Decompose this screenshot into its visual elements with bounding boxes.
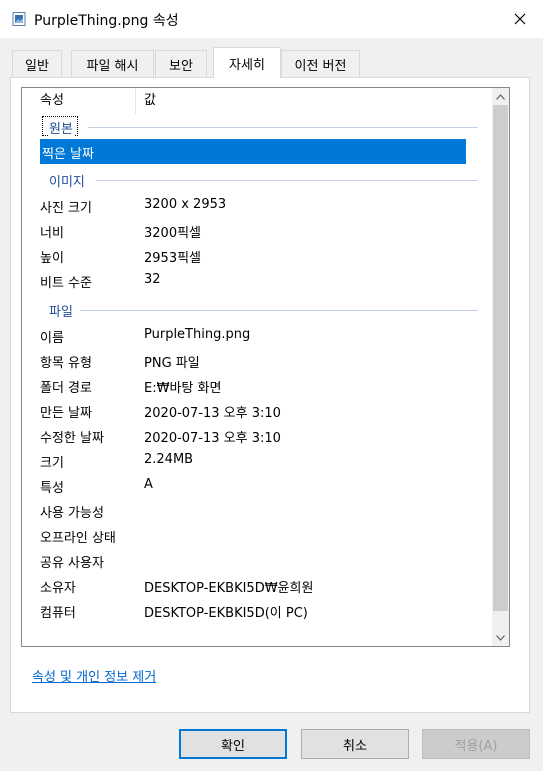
row-label: 높이 bbox=[40, 251, 64, 266]
group-label: 파일 bbox=[48, 301, 74, 320]
vertical-scrollbar[interactable] bbox=[492, 88, 509, 646]
cancel-button[interactable]: 취소 bbox=[301, 729, 409, 759]
ok-button[interactable]: 확인 bbox=[179, 729, 287, 759]
list-item[interactable]: 수정한 날짜 2020-07-13 오후 3:10 bbox=[22, 423, 488, 448]
row-value: 2020-07-13 오후 3:10 bbox=[144, 431, 281, 446]
row-label: 폴더 경로 bbox=[40, 381, 92, 396]
chevron-down-icon bbox=[496, 634, 505, 641]
row-label: 비트 수준 bbox=[40, 276, 92, 291]
tab-security[interactable]: 보안 bbox=[155, 50, 207, 77]
tab-file-hash[interactable]: 파일 해시 bbox=[71, 50, 154, 77]
list-item[interactable]: 사용 가능성 bbox=[22, 498, 488, 523]
row-label: 만든 날짜 bbox=[40, 406, 92, 421]
row-label: 오프라인 상태 bbox=[40, 531, 116, 546]
list-item[interactable]: 오프라인 상태 bbox=[22, 523, 488, 548]
list-item[interactable]: 폴더 경로 E:₩바탕 화면 bbox=[22, 373, 488, 398]
property-list[interactable]: 속성 값 원본 찍은 날짜 이미지 사진 크기 3200 x 2953 너비 3… bbox=[21, 87, 510, 647]
row-label: 이름 bbox=[40, 331, 64, 346]
row-value: PurpleThing.png bbox=[144, 327, 251, 342]
list-header: 속성 값 bbox=[22, 88, 488, 114]
row-value: PNG 파일 bbox=[144, 356, 200, 371]
row-value: 2953픽셀 bbox=[144, 251, 202, 266]
tab-general[interactable]: 일반 bbox=[12, 50, 62, 77]
list-item[interactable]: 비트 수준 32 bbox=[22, 268, 488, 293]
list-item[interactable]: 크기 2.24MB bbox=[22, 448, 488, 473]
row-value: E:₩바탕 화면 bbox=[144, 381, 222, 396]
row-value: 32 bbox=[144, 272, 161, 287]
list-item[interactable]: 소유자 DESKTOP-EKBKI5D₩윤희원 bbox=[22, 573, 488, 598]
tab-previous-versions[interactable]: 이전 버전 bbox=[281, 50, 360, 77]
row-value: DESKTOP-EKBKI5D₩윤희원 bbox=[144, 581, 314, 596]
row-value: 2020-07-13 오후 3:10 bbox=[144, 406, 281, 421]
list-item-date-taken[interactable]: 찍은 날짜 bbox=[40, 139, 466, 164]
row-label: 공유 사용자 bbox=[40, 556, 104, 571]
header-property[interactable]: 속성 bbox=[22, 88, 136, 114]
row-label: 수정한 날짜 bbox=[40, 431, 104, 446]
row-value: 3200픽셀 bbox=[144, 226, 202, 241]
group-file[interactable]: 파일 bbox=[22, 297, 488, 322]
window-title: PurpleThing.png 속성 bbox=[34, 13, 179, 29]
list-item[interactable]: 컴퓨터 DESKTOP-EKBKI5D(이 PC) bbox=[22, 598, 488, 623]
scroll-down-button[interactable] bbox=[492, 629, 509, 646]
tab-details[interactable]: 자세히 bbox=[213, 47, 281, 78]
group-label: 이미지 bbox=[48, 171, 86, 190]
row-label: 항목 유형 bbox=[40, 356, 92, 371]
list-item[interactable]: 높이 2953픽셀 bbox=[22, 243, 488, 268]
remove-properties-link[interactable]: 속성 및 개인 정보 제거 bbox=[32, 666, 156, 685]
row-label: 찍은 날짜 bbox=[42, 147, 94, 162]
row-value: DESKTOP-EKBKI5D(이 PC) bbox=[144, 606, 308, 621]
header-value[interactable]: 값 bbox=[144, 88, 156, 114]
row-label: 특성 bbox=[40, 481, 64, 496]
group-origin[interactable]: 원본 bbox=[22, 114, 488, 139]
close-button[interactable] bbox=[497, 0, 543, 38]
chevron-up-icon bbox=[496, 93, 505, 100]
list-item[interactable]: 이름 PurpleThing.png bbox=[22, 323, 488, 348]
row-label: 너비 bbox=[40, 226, 64, 241]
row-value: 3200 x 2953 bbox=[144, 197, 227, 212]
apply-button[interactable]: 적용(A) bbox=[422, 729, 530, 759]
row-label: 크기 bbox=[40, 456, 64, 471]
image-file-icon bbox=[12, 12, 26, 26]
list-item[interactable]: 만든 날짜 2020-07-13 오후 3:10 bbox=[22, 398, 488, 423]
row-label: 소유자 bbox=[40, 581, 76, 596]
row-label: 사용 가능성 bbox=[40, 506, 104, 521]
row-label: 컴퓨터 bbox=[40, 606, 76, 621]
list-item[interactable]: 공유 사용자 bbox=[22, 548, 488, 573]
scroll-thumb[interactable] bbox=[493, 105, 508, 611]
row-value: A bbox=[144, 477, 153, 492]
scroll-up-button[interactable] bbox=[492, 88, 509, 105]
list-item[interactable]: 특성 A bbox=[22, 473, 488, 498]
close-icon bbox=[514, 13, 526, 25]
group-label: 원본 bbox=[48, 118, 74, 137]
list-item[interactable]: 항목 유형 PNG 파일 bbox=[22, 348, 488, 373]
title-bar: PurpleThing.png 속성 bbox=[0, 0, 543, 38]
group-image[interactable]: 이미지 bbox=[22, 167, 488, 192]
list-item[interactable]: 너비 3200픽셀 bbox=[22, 218, 488, 243]
list-item[interactable]: 사진 크기 3200 x 2953 bbox=[22, 193, 488, 218]
row-value: 2.24MB bbox=[144, 452, 194, 467]
row-label: 사진 크기 bbox=[40, 201, 92, 216]
